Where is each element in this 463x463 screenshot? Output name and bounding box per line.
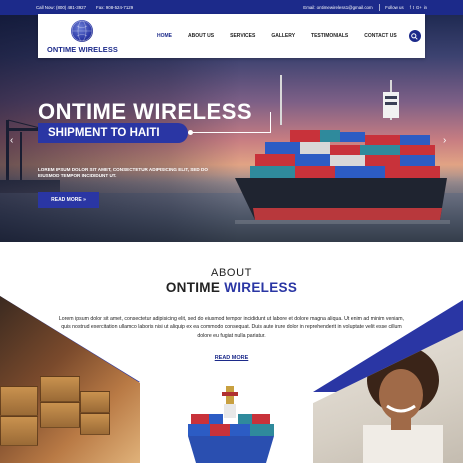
about-title: ONTIME WIRELESS [0,280,463,295]
twitter-icon[interactable]: t [413,5,414,10]
hero-connector-line [188,132,270,133]
hero-read-more-button[interactable]: READ MORE » [38,192,99,208]
hero-title: ONTIME WIRELESS [38,99,253,124]
google-plus-icon[interactable]: G+ [416,5,422,10]
next-slide-icon[interactable]: › [443,135,446,146]
page: Call Now: (800) 481-3927 Fax: 908-524-71… [0,0,463,463]
main-navbar: ONTIME WIRELESS HOME ABOUT US SERVICES G… [38,14,425,58]
nav-home[interactable]: HOME [149,33,180,39]
social-links: f t G+ in [410,5,427,10]
nav-gallery[interactable]: GALLERY [263,33,303,39]
hero-connector-line-vertical [270,112,271,133]
search-icon [411,32,418,40]
linkedin-icon[interactable]: in [424,5,427,10]
call-number[interactable]: Call Now: (800) 481-3927 [36,5,86,10]
hero-description: LOREM IPSUM DOLOR SIT AMET, CONSECTETUR … [38,167,208,178]
nav-menu: HOME ABOUT US SERVICES GALLERY TESTIMONI… [149,33,405,39]
hero-subtitle: SHIPMENT TO HAITI [38,123,188,143]
hero-connector-dot [188,130,193,135]
about-text: Lorem ipsum dolor sit amet, consectetur … [58,316,405,339]
about-read-more-link[interactable]: READ MORE [0,355,463,361]
logo[interactable]: ONTIME WIRELESS [38,14,128,58]
divider [378,4,380,11]
about-title-accent: WIRELESS [224,280,298,295]
search-button[interactable] [408,30,421,42]
nav-services[interactable]: SERVICES [222,33,263,39]
ship-front-image [188,386,274,463]
top-bar: Call Now: (800) 481-3927 Fax: 908-524-71… [0,0,463,15]
logo-text: ONTIME WIRELESS [47,45,118,54]
about-kicker: ABOUT [211,267,252,279]
email-link[interactable]: Email: ontimewireless1@gmail.com [303,5,372,10]
cargo-ship-illustration [235,75,450,224]
nav-contact-us[interactable]: CONTACT US [356,33,404,39]
nav-about-us[interactable]: ABOUT US [180,33,222,39]
facebook-icon[interactable]: f [410,5,411,10]
nav-testimonials[interactable]: TESTIMONIALS [303,33,356,39]
prev-slide-icon[interactable]: ‹ [10,135,13,146]
fax-number: Fax: 908-524-7129 [96,5,134,10]
globe-logo-icon [71,20,93,42]
about-title-main: ONTIME [165,280,225,295]
follow-label: Follow us [385,5,404,10]
